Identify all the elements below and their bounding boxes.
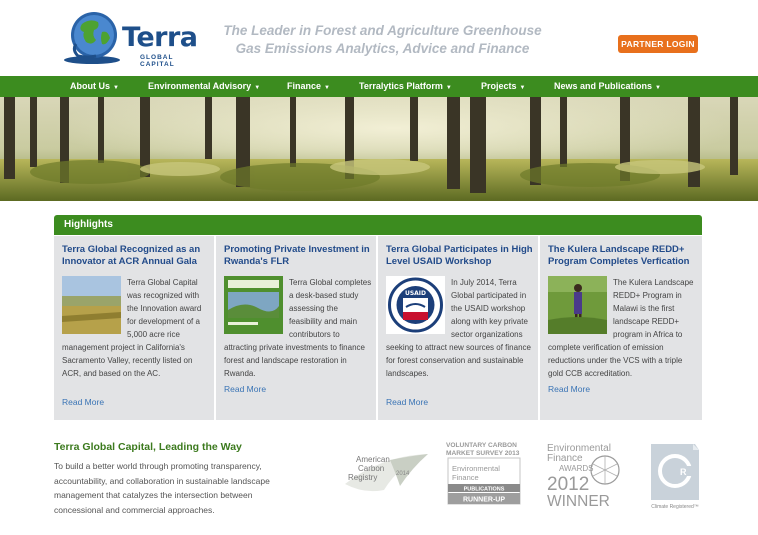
- vcm-heading-line-1: VOLUNTARY CARBON: [446, 442, 517, 449]
- ef-winner-label: WINNER: [547, 493, 610, 508]
- highlight-card: Terra Global Participates in High Level …: [378, 236, 539, 420]
- acr-name-line-1: American: [356, 455, 390, 464]
- site-tagline: The Leader in Forest and Agriculture Gre…: [200, 22, 565, 58]
- climate-registered-label: Climate Registered™: [651, 504, 699, 510]
- card-body: Terra Global Capital was recognized with…: [62, 276, 211, 380]
- card-title-link[interactable]: Terra Global Participates in High Level …: [386, 244, 536, 268]
- tagline-line-1: The Leader in Forest and Agriculture Gre…: [223, 23, 542, 38]
- read-more-link[interactable]: Read More: [386, 397, 428, 407]
- ef-award-year: 2012: [547, 474, 589, 495]
- caret-down-icon: ▼: [254, 85, 261, 91]
- ef-name-line-2: Finance: [547, 453, 583, 464]
- environmental-finance-2012-winner-logo: Environmental Finance AWARDS 2012 WINNER: [547, 443, 620, 508]
- card-title-link[interactable]: The Kulera Landscape REDD+ Program Compl…: [548, 244, 698, 268]
- tagline-line-2: Gas Emissions Analytics, Advice and Fina…: [235, 41, 530, 56]
- ef-awards-label: AWARDS: [559, 464, 594, 473]
- about-title: Terra Global Capital, Leading the Way: [54, 441, 242, 453]
- nav-label: About Us: [70, 81, 110, 91]
- vcm-publisher-line-2: Finance: [452, 473, 479, 482]
- card-body: USAID In July 2014, Terra Global partici…: [386, 276, 535, 380]
- nav-item-about-us[interactable]: About Us ▼: [70, 76, 119, 97]
- climate-registered-r-mark: R: [680, 467, 687, 477]
- acr-name-line-3: Registry: [348, 473, 377, 482]
- card-body: The Kulera Landscape REDD+ Program in Ma…: [548, 276, 697, 380]
- acr-name-line-2: Carbon: [358, 464, 384, 473]
- climate-registered-logo: R Climate Registered™: [651, 444, 699, 510]
- report-cover-photo-icon: [224, 276, 283, 334]
- card-title-link[interactable]: Promoting Private Investment in Rwanda's…: [224, 244, 374, 268]
- nav-label: News and Publications: [554, 81, 653, 91]
- acr-innovation-award-logo: American Carbon Registry 2014: [345, 454, 428, 492]
- read-more-link[interactable]: Read More: [548, 384, 590, 394]
- card-title-link[interactable]: Terra Global Recognized as an Innovator …: [62, 244, 212, 268]
- nav-item-environmental-advisory[interactable]: Environmental Advisory ▼: [148, 76, 260, 97]
- highlight-card: Terra Global Recognized as an Innovator …: [54, 236, 215, 420]
- site-header: Terra GLOBAL CAPITAL The Leader in Fores…: [0, 0, 758, 76]
- nav-label: Terralytics Platform: [359, 81, 443, 91]
- caret-down-icon: ▼: [445, 85, 452, 91]
- nav-label: Environmental Advisory: [148, 81, 252, 91]
- acr-award-year: 2014: [396, 471, 410, 477]
- caret-down-icon: ▼: [113, 85, 119, 91]
- highlight-card: Promoting Private Investment in Rwanda's…: [216, 236, 377, 420]
- rice-field-photo-icon: [62, 276, 121, 334]
- highlights-heading: Highlights: [54, 215, 702, 235]
- vcm-runner-up-label: RUNNER-UP: [463, 497, 505, 504]
- read-more-link[interactable]: Read More: [62, 397, 104, 407]
- logo-subtitle: GLOBAL CAPITAL: [140, 54, 175, 68]
- logo-wordmark: Terra: [122, 22, 198, 53]
- caret-down-icon: ▼: [655, 85, 661, 91]
- partner-login-button[interactable]: PARTNER LOGIN: [618, 35, 698, 53]
- vcm-survey-runner-up-badge: VOLUNTARY CARBON MARKET SURVEY 2013 Envi…: [446, 442, 521, 505]
- nav-item-terralytics-platform[interactable]: Terralytics Platform ▼: [359, 76, 452, 97]
- card-body: Terra Global completes a desk-based stud…: [224, 276, 373, 380]
- nav-item-projects[interactable]: Projects ▼: [481, 76, 525, 97]
- highlight-card: The Kulera Landscape REDD+ Program Compl…: [540, 236, 702, 420]
- globe-logo-icon: [64, 12, 120, 64]
- about-text: To build a better world through promotin…: [54, 461, 270, 515]
- nav-item-finance[interactable]: Finance ▼: [287, 76, 330, 97]
- nav-label: Projects: [481, 81, 517, 91]
- usaid-seal-icon: USAID: [386, 276, 445, 334]
- farmer-photo-icon: [548, 276, 607, 334]
- caret-down-icon: ▼: [519, 85, 526, 91]
- nav-label: Finance: [287, 81, 322, 91]
- read-more-link[interactable]: Read More: [224, 384, 266, 394]
- vcm-publications-label: PUBLICATIONS: [464, 487, 505, 493]
- usaid-seal-text: USAID: [405, 290, 426, 297]
- vcm-heading-line-2: MARKET SURVEY 2013: [446, 450, 520, 457]
- nav-item-news-and-publications[interactable]: News and Publications ▼: [554, 76, 661, 97]
- highlights-cards: Terra Global Recognized as an Innovator …: [54, 236, 702, 420]
- vcm-publisher-line-1: Environmental: [452, 464, 500, 473]
- hero-forest-banner: [0, 97, 758, 201]
- forest-banner-image: [0, 97, 758, 201]
- terra-logo[interactable]: Terra GLOBAL CAPITAL: [62, 10, 202, 68]
- caret-down-icon: ▼: [324, 85, 330, 91]
- main-nav: About Us ▼ Environmental Advisory ▼ Financ…: [0, 76, 758, 97]
